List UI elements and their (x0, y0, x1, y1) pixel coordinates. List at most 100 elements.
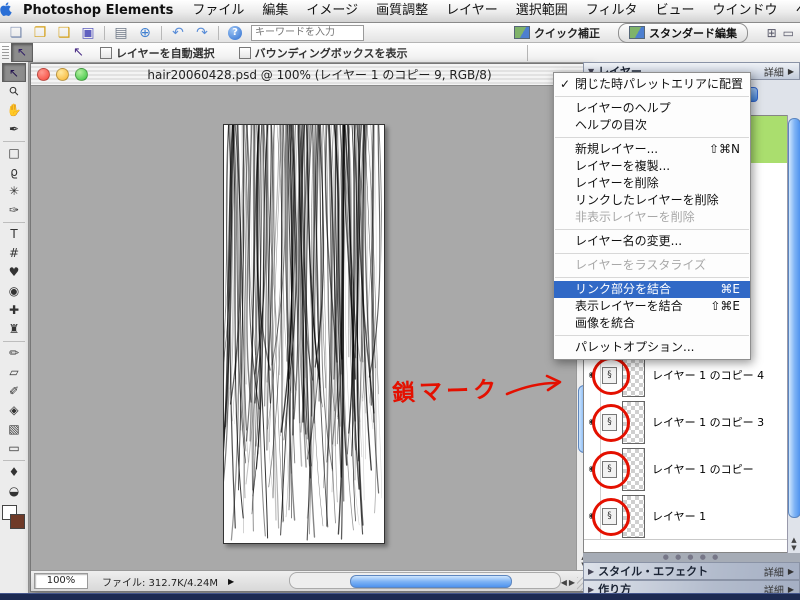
menu-item[interactable]: フィルタ (577, 0, 647, 22)
menu-item[interactable]: イメージ (297, 0, 367, 22)
zoom-tool[interactable]: ⚲ (2, 82, 26, 101)
healing-brush-tool[interactable]: ✚ (2, 301, 26, 320)
context-menu-item[interactable]: パレットオプション... (554, 339, 750, 356)
collapsed-palette-1[interactable]: ▶スタイル・エフェクト詳細▶ (583, 562, 800, 580)
type-tool[interactable]: T (2, 225, 26, 244)
print-icon[interactable]: ▤ (109, 24, 133, 42)
context-menu-item[interactable]: レイヤーのヘルプ (554, 100, 750, 117)
options-grip[interactable] (2, 46, 9, 60)
image-canvas[interactable] (223, 124, 385, 544)
context-menu-item[interactable]: レイヤーを複製... (554, 158, 750, 175)
sponge-tool-glyph: ◒ (9, 484, 19, 498)
horizontal-scroll-arrows[interactable]: ◀▶ (561, 578, 577, 587)
sponge-tool[interactable]: ◒ (2, 482, 26, 501)
background-color-swatch[interactable] (10, 514, 25, 529)
crop-tool[interactable]: # (2, 244, 26, 263)
single-window-icon[interactable]: ▭ (783, 26, 794, 40)
standard-edit-button[interactable]: スタンダード編集 (618, 23, 748, 43)
redo-icon[interactable]: ↷ (190, 24, 214, 42)
marquee-tool-glyph: □ (8, 146, 19, 160)
gradient-tool-glyph: ▧ (8, 422, 19, 436)
bounding-box-checkbox[interactable] (239, 47, 251, 59)
selection-brush-tool[interactable]: ✑ (2, 201, 26, 220)
layers-scroll-arrows[interactable]: ▲▼ (788, 536, 800, 552)
clone-stamp-tool-glyph: ♜ (9, 322, 20, 336)
cookie-cutter-tool[interactable]: ♥ (2, 263, 26, 282)
shape-tool[interactable]: ▭ (2, 439, 26, 458)
layer-name: レイヤー 1 のコピー 3 (652, 398, 764, 445)
horizontal-scroll-thumb[interactable] (350, 575, 512, 588)
layers-scrollbar[interactable]: ▲▼ (787, 115, 800, 553)
color-swatches (2, 505, 26, 531)
palette-more-label[interactable]: 詳細 (764, 564, 784, 579)
gradient-tool[interactable]: ▧ (2, 420, 26, 439)
eyedropper-tool[interactable]: ✒ (2, 120, 26, 139)
menu-item[interactable]: 選択範囲 (507, 0, 577, 22)
context-menu-item[interactable]: ヘルプの目次 (554, 117, 750, 134)
hand-tool[interactable]: ✋ (2, 101, 26, 120)
context-menu-item[interactable]: 表示レイヤーを結合⇧⌘E (554, 298, 750, 315)
annotation-text: 鎖マーク (391, 370, 500, 408)
status-menu-arrow[interactable]: ▶ (228, 577, 234, 586)
menu-item[interactable]: 画質調整 (367, 0, 437, 22)
layer-row[interactable]: ◉§レイヤー 1 (584, 492, 787, 540)
clone-stamp-tool[interactable]: ♜ (2, 320, 26, 339)
layer-row[interactable]: ◉§レイヤー 1 のコピー (584, 445, 787, 493)
move-tool-active-icon[interactable]: ↖ (11, 43, 33, 62)
menu-item[interactable]: ファイル (183, 0, 253, 22)
menu-item[interactable]: 編集 (253, 0, 297, 22)
context-menu-item[interactable]: 新規レイヤー...⇧⌘N (554, 141, 750, 158)
shortcuts-bar: ❏❐❑▣ ▤⊕ ↶↷ ? クイック補正 スタンダード編集 ⊞ ▭ (0, 23, 800, 43)
marquee-tool[interactable]: □ (2, 144, 26, 163)
red-eye-removal-tool[interactable]: ◉ (2, 282, 26, 301)
order-prints-icon[interactable]: ⊕ (133, 24, 157, 42)
magic-wand-tool[interactable]: ✳ (2, 182, 26, 201)
brush-tool[interactable]: ✐ (2, 382, 26, 401)
move-tool[interactable]: ↖ (2, 63, 26, 82)
menu-item[interactable]: ウインドウ (704, 0, 787, 22)
eraser-tool[interactable]: ▱ (2, 363, 26, 382)
auto-select-checkbox-group[interactable]: レイヤーを自動選択 (100, 45, 215, 61)
lasso-tool[interactable]: ϱ (2, 163, 26, 182)
palette-more-arrow-icon[interactable]: ▶ (788, 567, 794, 576)
undo-icon[interactable]: ↶ (166, 24, 190, 42)
layers-scroll-thumb[interactable] (788, 118, 800, 518)
bounding-box-checkbox-group[interactable]: バウンディングボックスを表示 (239, 45, 408, 61)
menu-item[interactable]: ビュー (647, 0, 704, 22)
help-icon[interactable]: ? (228, 26, 242, 40)
blur-tool[interactable]: ♦ (2, 463, 26, 482)
photo-bin-bar[interactable] (0, 593, 800, 600)
layers-more-label[interactable]: 詳細 (764, 64, 784, 79)
horizontal-scrollbar[interactable] (289, 572, 561, 589)
open-file-icon[interactable]: ❐ (28, 24, 52, 42)
apple-menu-icon[interactable] (0, 2, 13, 20)
menu-separator (555, 253, 749, 254)
document-title-bar[interactable]: hair20060428.psd @ 100% (レイヤー 1 のコピー 9, … (31, 64, 591, 86)
context-menu-item[interactable]: リンク部分を結合⌘E (554, 281, 750, 298)
application: Photoshop Elements ファイル編集イメージ画質調整レイヤー選択範… (0, 0, 800, 600)
layer-row[interactable]: ◉§レイヤー 1 のコピー 3 (584, 398, 787, 446)
paint-bucket-tool[interactable]: ◈ (2, 401, 26, 420)
tile-windows-icon[interactable]: ⊞ (767, 26, 777, 40)
quick-fix-button[interactable]: クイック補正 (514, 25, 600, 41)
context-menu-item[interactable]: ✓閉じた時パレットエリアに配置 (554, 76, 750, 93)
layers-more-arrow-icon[interactable]: ▶ (788, 67, 794, 76)
disclosure-triangle-icon[interactable]: ▶ (588, 567, 594, 576)
zoom-button[interactable] (75, 68, 88, 81)
auto-select-checkbox[interactable] (100, 47, 112, 59)
palette-drag-handle[interactable]: ● ● ● ● ● (583, 553, 800, 561)
new-document-icon[interactable]: ❏ (4, 24, 28, 42)
keyword-search-input[interactable] (251, 25, 364, 41)
menu-item[interactable]: ヘルプ (787, 0, 800, 22)
context-menu-item[interactable]: レイヤー名の変更... (554, 233, 750, 250)
context-menu-item[interactable]: リンクしたレイヤーを削除 (554, 192, 750, 209)
close-button[interactable] (37, 68, 50, 81)
zoom-level-field[interactable]: 100% (34, 573, 88, 589)
pencil-tool[interactable]: ✏ (2, 344, 26, 363)
minimize-button[interactable] (56, 68, 69, 81)
context-menu-item[interactable]: レイヤーを削除 (554, 175, 750, 192)
open-as-icon[interactable]: ❑ (52, 24, 76, 42)
save-icon[interactable]: ▣ (76, 24, 100, 42)
menu-item[interactable]: レイヤー (437, 0, 507, 22)
context-menu-item[interactable]: 画像を統合 (554, 315, 750, 332)
